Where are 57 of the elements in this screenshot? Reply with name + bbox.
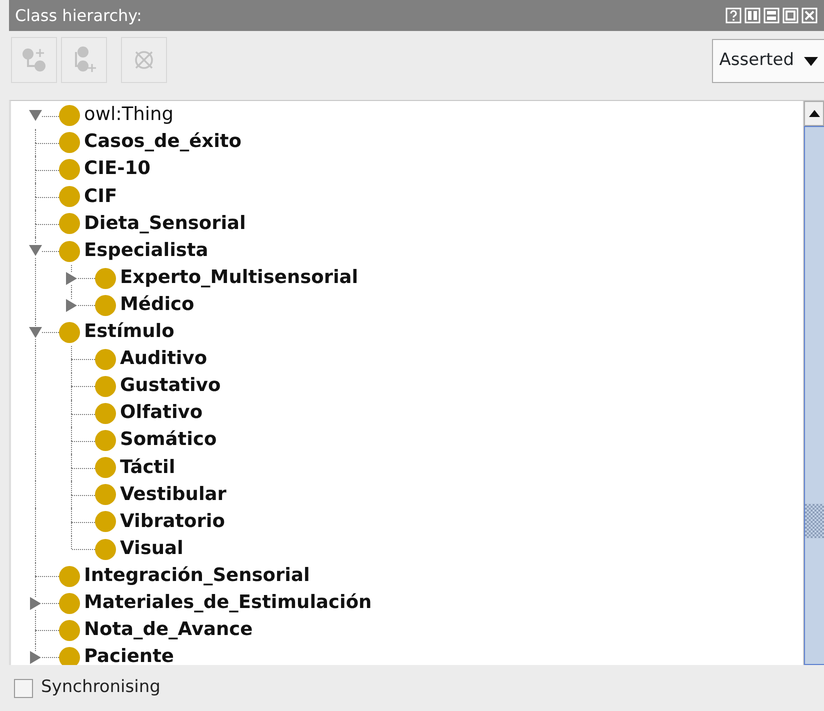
sync-checkbox[interactable] <box>14 678 33 698</box>
class-icon <box>59 240 80 262</box>
class-icon <box>95 484 116 506</box>
class-icon <box>95 457 116 478</box>
class-label[interactable]: Experto_Multisensorial <box>120 268 358 288</box>
class-label[interactable]: Integración_Sensorial <box>84 566 310 586</box>
scroll-up-button[interactable] <box>804 101 824 126</box>
panel-title: Class hierarchy: <box>15 4 142 26</box>
class-icon <box>95 511 116 532</box>
class-label[interactable]: Casos_de_éxito <box>84 133 242 152</box>
class-icon <box>95 376 116 397</box>
class-label[interactable]: Auditivo <box>120 350 208 369</box>
class-label[interactable]: Nota_de_Avance <box>84 621 253 640</box>
class-icon <box>59 159 80 180</box>
class-label[interactable]: Vibratorio <box>120 512 225 532</box>
grip-icon <box>805 503 824 539</box>
class-label[interactable]: Visual <box>120 540 184 558</box>
class-icon <box>59 186 80 208</box>
class-label[interactable]: Gustativo <box>120 377 221 396</box>
class-icon <box>95 538 116 560</box>
up-arrow-icon <box>808 110 820 117</box>
split-rows-icon[interactable] <box>763 7 780 24</box>
class-label[interactable]: Paciente <box>84 648 174 665</box>
class-icon <box>59 105 80 126</box>
class-icon <box>59 566 80 587</box>
split-columns-icon[interactable] <box>744 7 761 24</box>
class-label[interactable]: Materiales_de_Estimulación <box>84 594 372 612</box>
class-icon <box>59 592 80 614</box>
class-label[interactable]: CIF <box>84 188 118 206</box>
class-icon <box>59 132 80 154</box>
class-icon <box>95 348 116 370</box>
class-label[interactable]: Médico <box>120 296 194 314</box>
close-icon[interactable] <box>801 7 818 24</box>
caret-icon <box>804 56 818 66</box>
add-subclass-icon <box>20 46 48 74</box>
class-icon <box>95 430 116 452</box>
class-icon <box>59 620 80 641</box>
class-icon <box>95 403 116 424</box>
sync-label: Synchronising <box>41 676 160 700</box>
class-label[interactable]: Especialista <box>84 242 208 260</box>
class-label[interactable]: Vestibular <box>120 486 226 504</box>
class-icon <box>59 213 80 234</box>
class-label[interactable]: Somático <box>120 431 217 450</box>
class-label[interactable]: CIE-10 <box>84 160 151 179</box>
class-icon <box>59 646 80 665</box>
class-icon <box>95 268 116 289</box>
class-label[interactable]: Dieta_Sensorial <box>84 214 246 234</box>
scrollbar-thumb[interactable] <box>804 126 824 665</box>
class-label[interactable]: Olfativo <box>120 404 203 423</box>
view-dropdown[interactable]: Asserted <box>712 39 824 83</box>
class-icon <box>95 294 116 316</box>
class-label[interactable]: Táctil <box>120 458 176 478</box>
class-label[interactable]: owl:Thing <box>84 106 174 125</box>
class-label[interactable]: Estímulo <box>84 323 174 342</box>
maximize-icon[interactable] <box>782 7 799 24</box>
class-icon <box>59 322 80 343</box>
help-icon[interactable] <box>725 7 742 24</box>
